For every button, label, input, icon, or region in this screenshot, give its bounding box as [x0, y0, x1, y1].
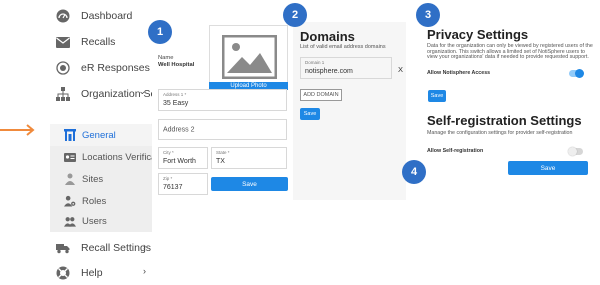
help-icon	[56, 266, 70, 280]
allow-notisphere-label: Allow Notisphere Access	[427, 70, 491, 76]
city-field[interactable]: City * Fort Worth	[158, 147, 208, 169]
allow-self-registration-label: Allow Self-registration	[427, 148, 484, 154]
step-badge-1: 1	[148, 20, 172, 44]
envelope-icon	[56, 35, 70, 49]
add-domain-button[interactable]: ADD DOMAIN	[300, 89, 342, 101]
domains-description: List of valid email address domains	[300, 44, 386, 50]
nav-item-organization-settings[interactable]: Organization Se ⌄	[50, 82, 152, 106]
sub-item-sites[interactable]: Sites	[50, 168, 152, 190]
allow-self-registration-toggle[interactable]	[568, 147, 583, 156]
remove-domain-button[interactable]: X	[398, 65, 403, 74]
domains-title: Domains	[300, 29, 355, 44]
domain-1-label: Domain 1	[305, 60, 325, 65]
nav-label-recall-settings: Recall Settings	[81, 242, 152, 254]
building-icon	[64, 129, 76, 141]
zip-value: 76137	[163, 184, 183, 191]
sub-label-roles: Roles	[82, 195, 107, 207]
sub-label-general: General	[82, 129, 116, 141]
address1-value: 35 Easy	[163, 100, 189, 107]
submenu-organization-settings: General Locations Verifica Sites Roles U…	[50, 124, 152, 232]
nav-label-help: Help	[81, 267, 103, 279]
name-value: Well Hospital	[158, 62, 195, 68]
general-panel: 1 Name Well Hospital Upload Photo Addres…	[148, 20, 290, 200]
state-value: TX	[216, 158, 225, 165]
sub-item-users[interactable]: Users	[50, 210, 152, 232]
person-icon	[64, 173, 76, 185]
sub-label-sites: Sites	[82, 173, 104, 185]
image-icon	[222, 35, 277, 79]
domains-panel: 2 Domains List of valid email address do…	[283, 3, 406, 200]
chevron-right-icon: ›	[143, 266, 146, 276]
privacy-description: Data for the organization can only be vi…	[427, 43, 593, 61]
address1-label: Address 1 *	[163, 92, 187, 97]
nav-label-er-responses: eR Responses	[81, 62, 150, 74]
address1-field[interactable]: Address 1 * 35 Easy	[158, 89, 287, 111]
address2-placeholder: Address 2	[163, 126, 195, 133]
chevron-down-icon: ⌄	[138, 86, 146, 96]
privacy-title: Privacy Settings	[427, 27, 529, 42]
city-value: Fort Worth	[163, 158, 196, 165]
save-self-registration-button[interactable]: Save	[508, 161, 588, 175]
save-general-button[interactable]: Save	[211, 177, 288, 191]
sub-item-locations-verification[interactable]: Locations Verifica	[50, 146, 152, 168]
truck-icon	[56, 241, 70, 255]
save-domains-button[interactable]: Save	[300, 108, 320, 120]
self-registration-title: Self-registration Settings	[427, 113, 582, 128]
name-label: Name	[158, 55, 174, 61]
toggle-knob	[568, 147, 577, 156]
toggle-knob	[575, 69, 584, 78]
dashboard-icon	[56, 9, 70, 23]
nav-item-dashboard[interactable]: Dashboard	[50, 4, 152, 28]
nav-label-dashboard: Dashboard	[81, 10, 133, 22]
org-chart-icon	[56, 87, 70, 101]
sub-item-general[interactable]: General	[50, 124, 152, 146]
people-icon	[64, 215, 76, 227]
allow-notisphere-toggle[interactable]	[569, 69, 584, 78]
nav-item-help[interactable]: Help ›	[50, 261, 152, 285]
nav-item-recalls[interactable]: Recalls	[50, 30, 152, 54]
address2-field[interactable]: Address 2	[158, 119, 287, 140]
domain-1-field[interactable]: Domain 1 notisphere.com	[300, 57, 392, 79]
zip-label: Zip *	[163, 176, 173, 181]
privacy-settings-panel: 3 Privacy Settings Data for the organiza…	[410, 3, 600, 108]
step-badge-4: 4	[402, 160, 426, 184]
nav-item-recall-settings[interactable]: Recall Settings ›	[50, 236, 152, 260]
person-gear-icon	[64, 195, 76, 207]
chevron-right-icon: ›	[143, 241, 146, 251]
city-label: City *	[163, 150, 174, 155]
pointer-arrow-icon	[0, 124, 35, 136]
sub-item-roles[interactable]: Roles	[50, 190, 152, 212]
self-registration-description: Manage the configuration settings for pr…	[427, 130, 573, 136]
sub-label-locations-verification: Locations Verifica	[82, 151, 152, 163]
id-card-icon	[64, 151, 76, 163]
target-icon	[56, 61, 70, 75]
sidebar: Dashboard Recalls eR Responses Organizat…	[50, 0, 152, 285]
step-badge-3: 3	[416, 3, 440, 27]
nav-item-er-responses[interactable]: eR Responses	[50, 56, 152, 80]
domain-1-value: notisphere.com	[305, 68, 353, 75]
state-label: State *	[216, 150, 230, 155]
sub-label-users: Users	[82, 215, 107, 227]
step-badge-2: 2	[283, 3, 307, 27]
self-registration-panel: Self-registration Settings Manage the co…	[402, 110, 600, 184]
state-field[interactable]: State * TX	[211, 147, 287, 169]
nav-label-recalls: Recalls	[81, 36, 116, 48]
save-privacy-button[interactable]: Save	[428, 90, 446, 102]
zip-field[interactable]: Zip * 76137	[158, 173, 208, 195]
photo-placeholder	[209, 25, 288, 87]
